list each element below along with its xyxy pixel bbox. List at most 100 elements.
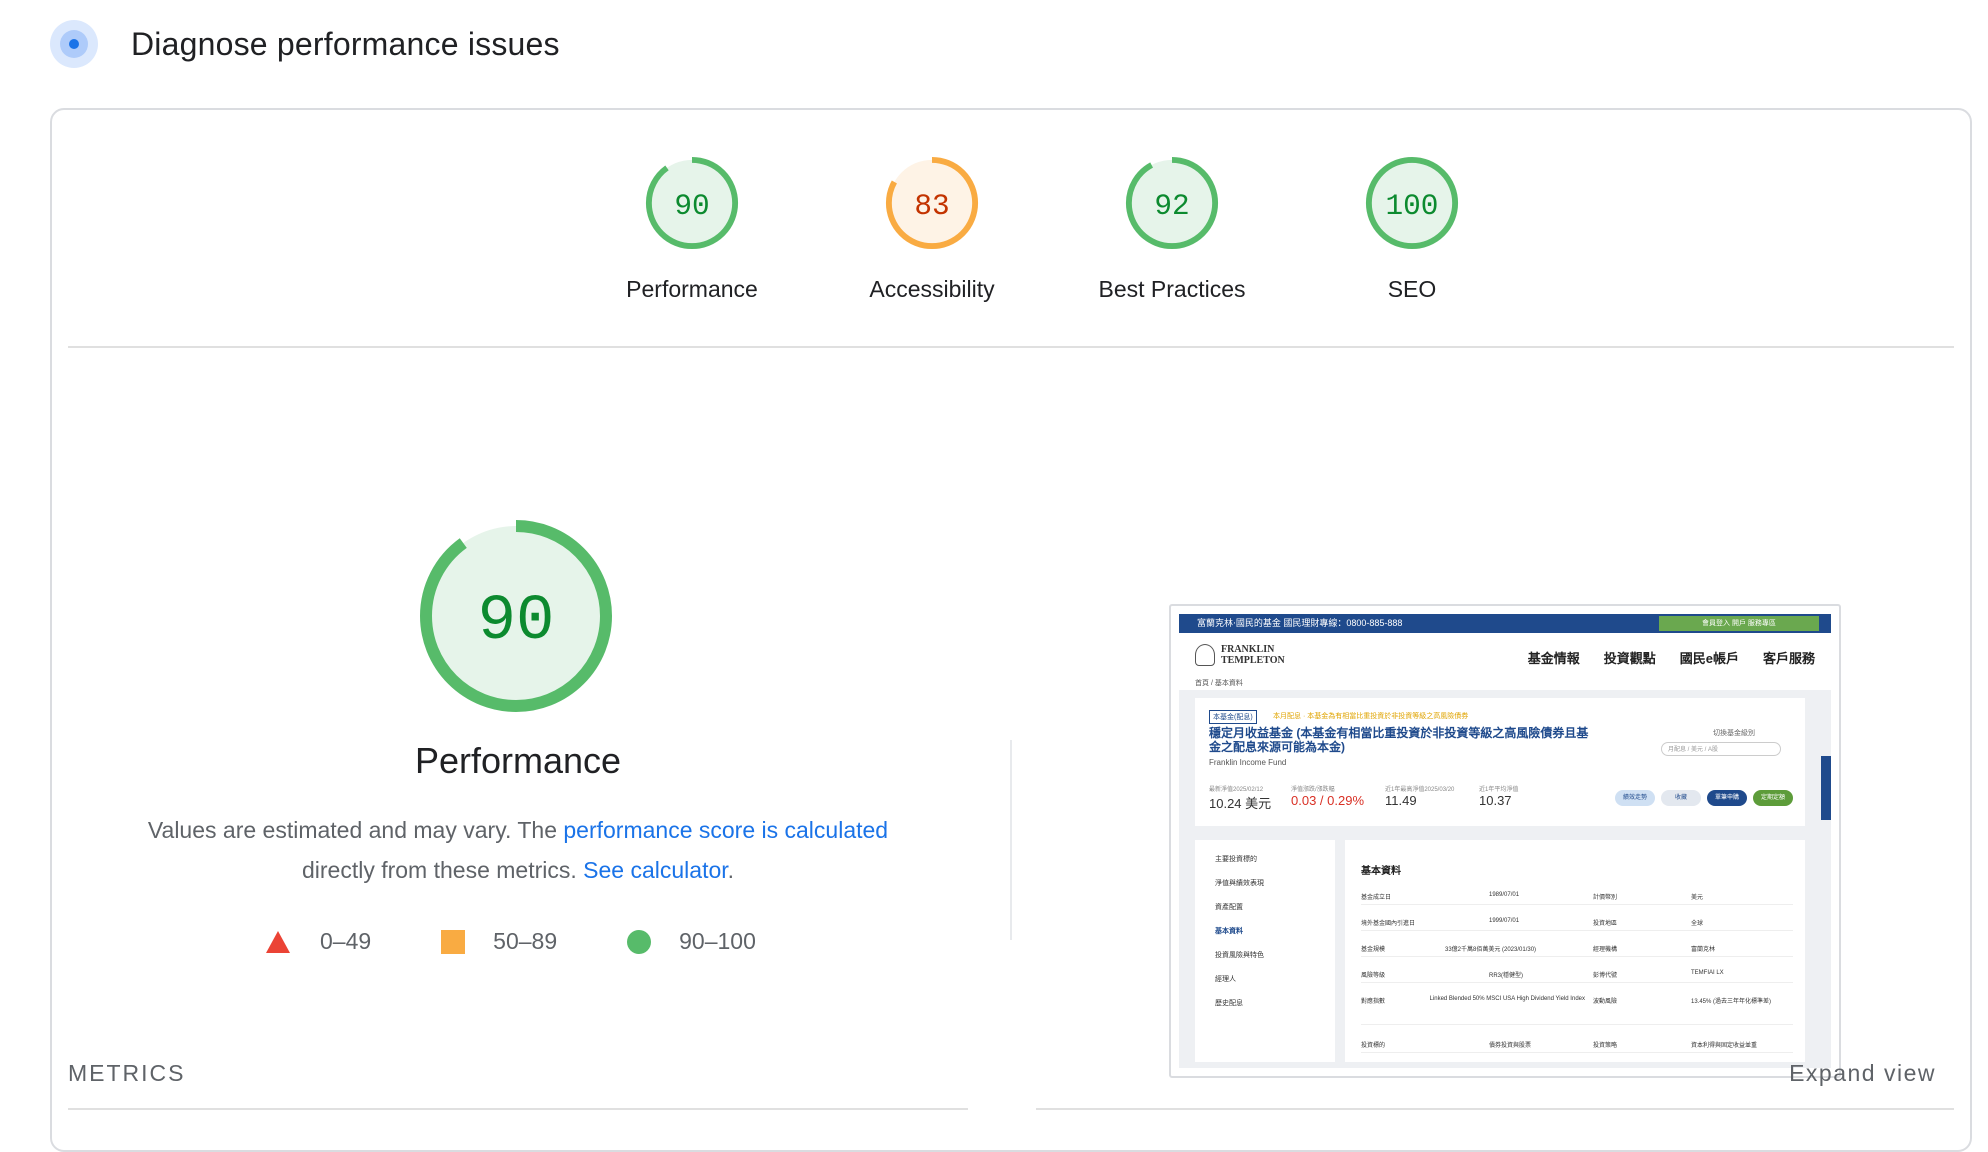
legend-fail: 0–49 [266, 928, 371, 955]
info-value: RR3(穩健型) [1489, 973, 1523, 979]
info-key: 投資標的 [1361, 1043, 1386, 1049]
score-number: 100 [1386, 190, 1439, 223]
info-key: 經理機構 [1593, 947, 1618, 953]
stat-value: 10.37 [1479, 793, 1512, 808]
info-value: TEMFIAI LX [1691, 970, 1724, 976]
info-key: 風險等級 [1361, 973, 1386, 979]
logo-line: TEMPLETON [1221, 655, 1285, 666]
menu-item: 基金情報 [1527, 651, 1580, 666]
stat-value: 0.03 / 0.29% [1291, 793, 1364, 808]
sidebar-link: 資產配置 [1215, 904, 1243, 911]
info-row: 基金成立日 1989/07/01 計價幣別 美元 [1361, 892, 1793, 905]
triangle-icon [266, 930, 290, 953]
score-ring: 83 [885, 156, 979, 250]
stat-label: 近1年平均淨值 [1479, 787, 1519, 793]
see-calculator-link[interactable]: See calculator [583, 857, 727, 883]
legend-range: 90–100 [679, 928, 756, 954]
info-value: 資本利得與固定收益並重 [1691, 1043, 1758, 1049]
gauge-seo[interactable]: 100 SEO [1292, 154, 1532, 303]
info-row: 境外基金國內引進日 1999/07/01 投資地區 全球 [1361, 918, 1793, 931]
switch-label: 切換基金級別 [1713, 730, 1755, 737]
metrics-divider [1036, 1108, 1954, 1110]
top-links: 會員登入 開戶 服務專區 [1659, 616, 1819, 631]
vertical-divider [1010, 740, 1012, 940]
stat-label: 最新淨值2025/02/12 [1209, 787, 1264, 793]
performance-description: Values are estimated and may vary. The p… [118, 810, 918, 890]
sidebar-link: 歷史配息 [1215, 1000, 1243, 1007]
menu-item: 國民e帳戶 [1679, 651, 1739, 666]
sidebar-link: 淨值與績效表現 [1215, 880, 1264, 887]
performance-title: Performance [414, 740, 622, 781]
info-key: 投資策略 [1593, 1043, 1618, 1049]
info-key: 投資地區 [1593, 921, 1618, 927]
fund-button: 收藏 [1661, 790, 1701, 806]
expand-view-toggle[interactable]: Expand view [1789, 1060, 1936, 1087]
info-value: Linked Blended 50% MSCI USA High Dividen… [1429, 996, 1585, 1002]
site-sidebar: 主要投資標的 淨值與績效表現 資產配置 基本資料 投資風險與特色 經理人 歷史配… [1195, 840, 1335, 1062]
legend-range: 0–49 [320, 928, 372, 954]
main-title: 基本資料 [1361, 866, 1401, 877]
gauge-performance[interactable]: 90 Performance [572, 154, 812, 303]
logo-line: FRANKLIN [1221, 644, 1275, 655]
description-period: . [727, 857, 735, 883]
gauge-best-practices[interactable]: 92 Best Practices [1052, 154, 1292, 303]
floating-tab [1821, 756, 1831, 820]
divider [68, 346, 1954, 348]
gauge-label: Accessibility [869, 276, 995, 302]
legend-range: 50–89 [493, 928, 558, 954]
score-number: 90 [674, 190, 709, 223]
info-key: 波動風險 [1593, 999, 1618, 1005]
performance-score-number: 90 [478, 586, 555, 658]
score-calculated-link[interactable]: performance score is calculated [563, 817, 888, 843]
lighthouse-icon [50, 20, 98, 68]
fund-name-en: Franklin Income Fund [1209, 758, 1287, 767]
logo-mark-icon [1195, 644, 1215, 666]
info-row: 基金規模 33億2千萬8佰萬美元 (2023/01/30) 經理機構 富蘭克林 [1361, 944, 1793, 957]
site-breadcrumb: 首頁 / 基本資料 [1195, 680, 1243, 687]
score-ring: 100 [1365, 156, 1459, 250]
fund-button: 單筆申購 [1707, 790, 1747, 806]
score-ring: 92 [1125, 156, 1219, 250]
menu-item: 客戶服務 [1762, 651, 1815, 666]
franklin-logo: FRANKLIN TEMPLETON [1195, 644, 1285, 666]
info-key: 對應指數 [1361, 999, 1386, 1005]
info-key: 基金規模 [1361, 947, 1386, 953]
sidebar-link: 投資風險與特色 [1215, 952, 1264, 959]
fund-stat: 近1年平均淨值 10.37 [1479, 784, 1518, 808]
fund-stat: 最新淨值2025/02/12 10.24 美元 [1209, 784, 1271, 812]
gauge-accessibility[interactable]: 83 Accessibility [812, 154, 1052, 303]
info-row: 投資標的 債券投資與股票 投資策略 資本利得與固定收益並重 [1361, 1040, 1793, 1053]
report-card: 90 Performance 83 Accessibility 92 Best … [50, 108, 1972, 1152]
info-value: 全球 [1691, 921, 1704, 927]
site-nav: FRANKLIN TEMPLETON 基金情報 投資觀點 國民e帳戶 客戶服務 [1195, 644, 1815, 670]
info-value: 美元 [1691, 895, 1704, 901]
sidebar-link-active: 基本資料 [1215, 928, 1243, 935]
stat-value: 10.24 美元 [1209, 796, 1272, 811]
info-row: 風險等級 RR3(穩健型) 彭博代號 TEMFIAI LX [1361, 970, 1793, 983]
fund-button: 定期定額 [1753, 790, 1793, 806]
fund-buttons: 績效走勢 收藏 單筆申購 定期定額 [1609, 790, 1793, 806]
final-screenshot[interactable]: 富蘭克林‧國民的基金 國民理財專線：0800-885-888 會員登入 開戶 服… [1169, 604, 1841, 1078]
site-menu: 基金情報 投資觀點 國民e帳戶 客戶服務 [1504, 648, 1815, 667]
stat-value: 11.49 [1385, 793, 1417, 808]
sidebar-link: 主要投資標的 [1215, 856, 1257, 863]
site-top-bar: 富蘭克林‧國民的基金 國民理財專線：0800-885-888 會員登入 開戶 服… [1179, 614, 1831, 633]
section-header: Diagnose performance issues [50, 14, 560, 74]
metrics-heading: METRICS [68, 1060, 186, 1086]
description-text: Values are estimated and may vary. The [147, 817, 564, 843]
fund-button: 績效走勢 [1615, 790, 1655, 806]
top-bar-text: 富蘭克林‧國民的基金 國民理財專線：0800-885-888 [1197, 618, 1403, 628]
fund-tag-note: 本月配息 · 本基金為有相當比重投資於非投資等級之高風險債券 [1273, 713, 1469, 720]
info-value: 債券投資與股票 [1489, 1043, 1532, 1049]
fund-name: 穩定月收益基金 (本基金有相當比重投資於非投資等級之高風險債券且基金之配息來源可… [1209, 726, 1589, 754]
info-value: 1989/07/01 [1489, 892, 1520, 898]
stat-label: 淨值漲跌/漲跌幅 [1291, 787, 1335, 793]
info-key: 基金成立日 [1361, 895, 1392, 901]
info-value: 富蘭克林 [1691, 947, 1716, 953]
class-select: 月配息 / 美元 / A股 [1661, 742, 1781, 756]
score-number: 83 [914, 190, 949, 223]
sidebar-link: 經理人 [1215, 976, 1236, 983]
info-key: 彭博代號 [1593, 973, 1618, 979]
info-value: 33億2千萬8佰萬美元 (2023/01/30) [1445, 947, 1537, 953]
gauge-label: Best Practices [1098, 276, 1246, 302]
